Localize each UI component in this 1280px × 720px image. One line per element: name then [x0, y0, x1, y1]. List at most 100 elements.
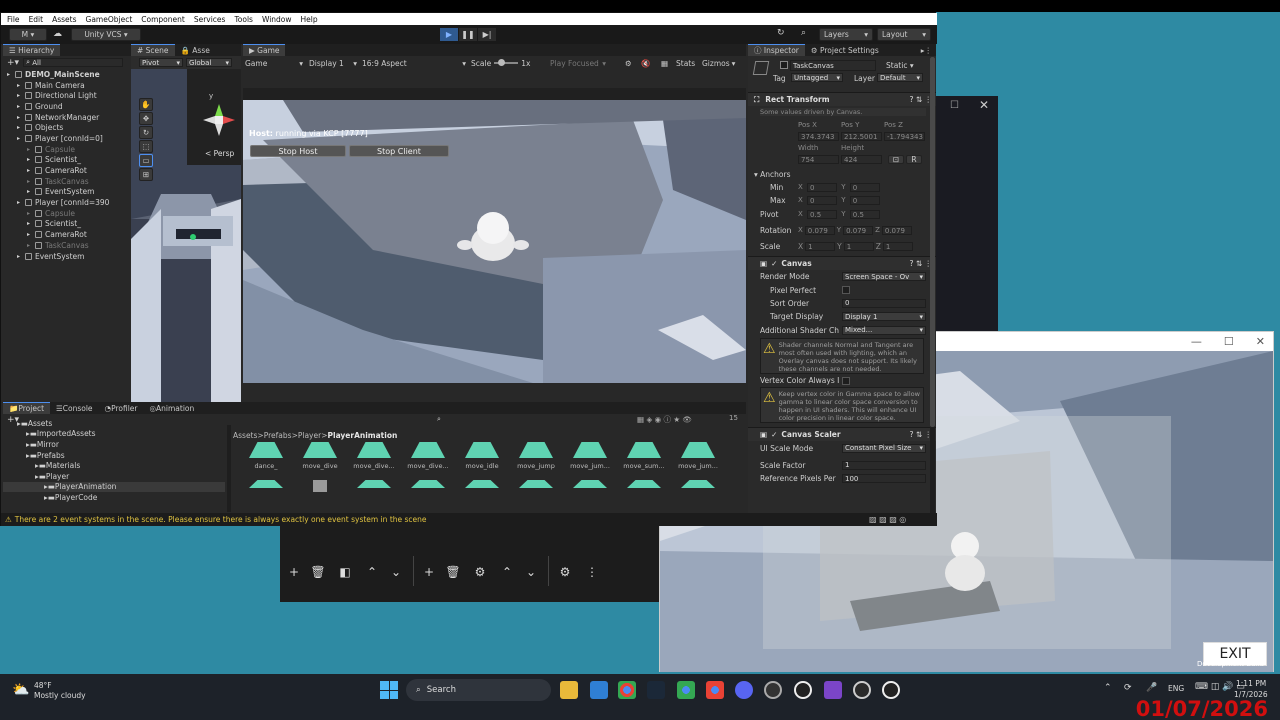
- hierarchy-item[interactable]: ▸ Objects: [3, 122, 131, 133]
- reference-pixels-field[interactable]: 100: [842, 474, 926, 484]
- clock-time[interactable]: 1:11 PM: [1236, 679, 1266, 688]
- static-toggle[interactable]: Static ▾: [886, 61, 914, 70]
- layout-grid-icon[interactable]: ▦: [661, 59, 668, 68]
- hierarchy-item[interactable]: ▸ TaskCanvas: [3, 176, 131, 187]
- weather-temp[interactable]: 48°F: [34, 681, 52, 690]
- expand-arrow-icon[interactable]: ▸: [17, 135, 25, 142]
- hierarchy-item[interactable]: ▸ Scientist_: [3, 155, 131, 166]
- menu-item-assets[interactable]: Assets: [52, 15, 76, 24]
- menu-item-component[interactable]: Component: [141, 15, 185, 24]
- unity-game-icon[interactable]: [794, 681, 812, 699]
- chevron-up-icon[interactable]: ⌃: [498, 563, 516, 581]
- gizmos-dropdown[interactable]: Gizmos ▾: [702, 59, 735, 68]
- breadcrumb-item[interactable]: Player: [298, 431, 321, 440]
- steam-icon[interactable]: [647, 681, 665, 699]
- pause-icon[interactable]: ❚❚: [459, 28, 477, 41]
- anchors-foldout[interactable]: ▾ Anchors: [754, 170, 791, 179]
- asset-item[interactable]: [239, 480, 293, 492]
- taskbar-search[interactable]: ⌕ Search: [406, 679, 551, 701]
- asset-item[interactable]: move_dive: [293, 442, 347, 470]
- project-folder-item[interactable]: ▸▬ Assets: [3, 418, 225, 429]
- asset-item[interactable]: [509, 480, 563, 492]
- history-icon[interactable]: ↻: [777, 28, 785, 38]
- status-icons[interactable]: ▨ ▨ ▨ ◎: [869, 515, 906, 524]
- asset-item[interactable]: move_jump: [509, 442, 563, 470]
- layer-dropdown[interactable]: Default ▾: [877, 73, 923, 82]
- menu-item-edit[interactable]: Edit: [29, 15, 44, 24]
- rotation-y[interactable]: 0.079: [843, 226, 874, 235]
- project-folder-item[interactable]: ▸▬ Scenes: [3, 503, 225, 505]
- play-icon[interactable]: ▶: [440, 28, 458, 41]
- asset-item[interactable]: move_idle: [455, 442, 509, 470]
- pixel-perfect-checkbox[interactable]: [842, 286, 850, 295]
- hierarchy-item[interactable]: ▸ Directional Light: [3, 90, 131, 101]
- breadcrumb-item[interactable]: Assets: [233, 431, 257, 440]
- minimize-icon[interactable]: —: [1191, 335, 1202, 348]
- chrome-profile-icon[interactable]: [677, 681, 695, 699]
- vcs-button[interactable]: Unity VCS ▾: [71, 28, 141, 41]
- transform-tool-icon[interactable]: ⊞: [139, 168, 153, 181]
- menu-item-gameobject[interactable]: GameObject: [86, 15, 133, 24]
- add-icon[interactable]: +: [420, 563, 438, 581]
- active-checkbox[interactable]: [780, 61, 788, 69]
- gear-icon[interactable]: ⚙: [471, 563, 489, 581]
- hierarchy-item[interactable]: ▸ EventSystem: [3, 251, 131, 262]
- expand-arrow-icon[interactable]: ▸: [17, 114, 25, 121]
- rect-tool-icon[interactable]: ▭: [139, 154, 153, 167]
- sort-order-field[interactable]: 0: [842, 298, 926, 308]
- vertex-color-checkbox[interactable]: [842, 376, 850, 385]
- chrome-icon[interactable]: [618, 681, 636, 699]
- hierarchy-search-input[interactable]: ⌕ All: [23, 58, 124, 67]
- tab-asset-store[interactable]: 🔒 Asse: [174, 44, 216, 56]
- canvas-header[interactable]: ▣ ✓ Canvas ? ⇅ ⋮: [748, 256, 936, 270]
- chrome-profile-icon[interactable]: [706, 681, 724, 699]
- asset-item[interactable]: move_dive...: [347, 442, 401, 470]
- project-folder-item[interactable]: ▸▬ ImportedAssets: [3, 429, 225, 440]
- account-button[interactable]: M ▾: [9, 28, 47, 41]
- menu-item-help[interactable]: Help: [301, 15, 318, 24]
- stop-client-button[interactable]: Stop Client: [349, 145, 449, 157]
- hierarchy-item[interactable]: ▸ DEMO_MainScene: [3, 69, 131, 80]
- hierarchy-item[interactable]: ▸ Main Camera: [3, 80, 131, 91]
- tab-game[interactable]: ▶ Game: [243, 44, 286, 56]
- menu-item-services[interactable]: Services: [194, 15, 226, 24]
- hierarchy-item[interactable]: ▸ CameraRot: [3, 229, 131, 240]
- menu-item-file[interactable]: File: [7, 15, 20, 24]
- maximize-icon[interactable]: ☐: [1224, 335, 1234, 348]
- settings-sliders-icon[interactable]: ⚙: [556, 563, 574, 581]
- hierarchy-item[interactable]: ▸ Player [connId=390: [3, 197, 131, 208]
- scale-tool-icon[interactable]: ⬚: [139, 140, 153, 153]
- pos-z-field[interactable]: -1.794343: [884, 132, 925, 141]
- asset-item[interactable]: [455, 480, 509, 492]
- expand-arrow-icon[interactable]: ▸: [17, 82, 25, 89]
- stop-host-button[interactable]: Stop Host: [250, 145, 346, 157]
- canvas-enabled-checkbox[interactable]: ✓: [771, 259, 777, 268]
- canvas-scaler-header[interactable]: ▣ ✓ Canvas Scaler ? ⇅ ⋮: [748, 427, 936, 442]
- unity-hub-icon[interactable]: [764, 681, 782, 699]
- height-field[interactable]: 424: [841, 155, 882, 164]
- expand-arrow-icon[interactable]: ▸: [17, 253, 25, 260]
- expand-arrow-icon[interactable]: ▸: [27, 210, 35, 217]
- add-icon[interactable]: +: [285, 563, 303, 581]
- project-folder-item[interactable]: ▸▬ Player: [3, 471, 225, 482]
- expand-arrow-icon[interactable]: ▸: [17, 124, 25, 131]
- mute-icon[interactable]: 🔇: [641, 59, 650, 68]
- anchor-max-y[interactable]: 0: [849, 196, 880, 205]
- asset-item[interactable]: [401, 480, 455, 492]
- expand-arrow-icon[interactable]: ▸: [27, 220, 35, 227]
- project-folder-item[interactable]: ▸▬ Mirror: [3, 439, 225, 450]
- search-icon[interactable]: ⌕: [437, 415, 441, 424]
- pivot-y[interactable]: 0.5: [849, 210, 880, 219]
- more-icon[interactable]: ⋮: [583, 563, 601, 581]
- layout-dropdown[interactable]: Layout ▾: [877, 28, 931, 41]
- tray-chevron-icon[interactable]: ⌃: [1104, 683, 1112, 693]
- object-name-field[interactable]: TaskCanvas: [790, 60, 876, 71]
- trash-icon[interactable]: 🗑: [309, 563, 327, 581]
- asset-item[interactable]: move_jum...: [563, 442, 617, 470]
- scale-y[interactable]: 1: [843, 242, 874, 251]
- cloud-icon[interactable]: ☁: [53, 29, 62, 39]
- asset-item[interactable]: [617, 480, 671, 492]
- scale-z[interactable]: 1: [882, 242, 913, 251]
- tag-dropdown[interactable]: Untagged ▾: [791, 73, 843, 82]
- more-icon[interactable]: ▸⋮: [921, 46, 932, 55]
